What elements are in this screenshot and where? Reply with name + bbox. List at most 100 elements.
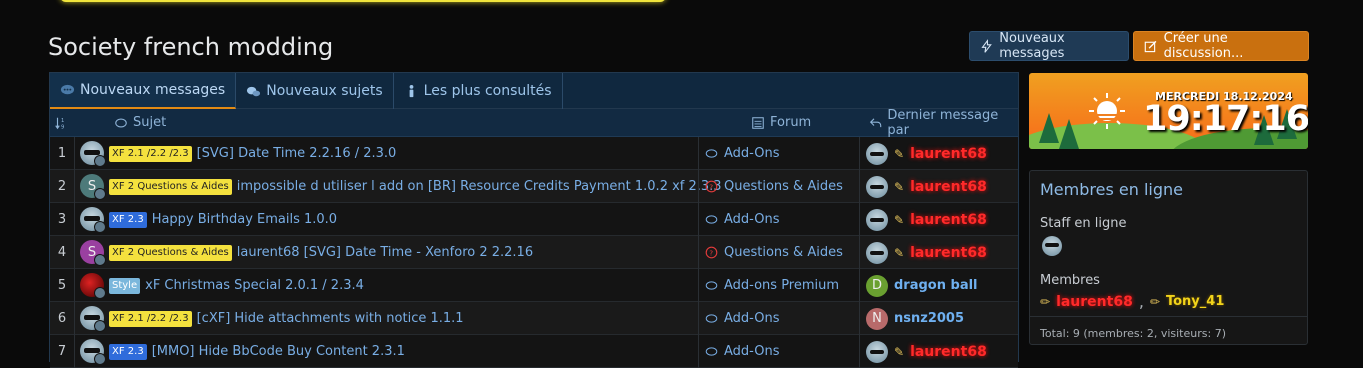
last-poster-mini-avatar [94, 287, 106, 299]
last-post-user[interactable]: ✎ laurent68 [859, 137, 1019, 170]
tab-new-topics[interactable]: Nouveaux sujets [236, 73, 394, 109]
page-title: Society french modding [48, 33, 334, 61]
question-icon: ? [705, 246, 718, 259]
last-poster-avatar[interactable]: N [866, 307, 888, 330]
forum-label: Add-Ons [724, 212, 780, 227]
bolt-icon [981, 38, 992, 53]
thread-prefix-badge[interactable]: XF 2 Questions & Aides [109, 244, 232, 261]
last-post-user[interactable]: ✎ laurent68 [859, 203, 1019, 236]
username-link[interactable]: dragon ball [894, 278, 978, 293]
table-row[interactable]: 7 XF 2.3 [MMO] Hide BbCode Buy Content 2.3… [50, 335, 1018, 368]
widget-time: 19:17:16 [1143, 99, 1308, 139]
forum-label: Add-ons Premium [724, 278, 840, 293]
row-number: 7 [50, 335, 75, 368]
username-link[interactable]: laurent68 [910, 146, 987, 162]
members-online-block: Membres en ligne Staff en ligne Membres … [1029, 170, 1308, 345]
table-row[interactable]: 3 XF 2.3 Happy Birthday Emails 1.0.0 Add-On… [50, 203, 1018, 236]
table-row[interactable]: 1 XF 2.1 /2.2 /2.3 [SVG] Date Time 2.2.16 … [50, 137, 1018, 170]
forum-link[interactable]: ? Questions & Aides [698, 170, 859, 203]
forum-link[interactable]: Add-Ons [698, 302, 859, 335]
new-posts-panel: Nouveaux messages Nouveaux sujets Les pl… [49, 72, 1019, 368]
thread-title-link[interactable]: laurent68 [SVG] Date Time - Xenforo 2 2.… [237, 245, 533, 260]
tab-bar: Nouveaux messages Nouveaux sujets Les pl… [50, 73, 1018, 109]
last-post-user[interactable]: ✎ laurent68 [859, 335, 1019, 368]
members-online-title[interactable]: Membres en ligne [1040, 180, 1183, 199]
forum-link[interactable]: Add-ons Premium [698, 269, 859, 302]
username-link[interactable]: laurent68 [910, 245, 987, 261]
column-last-post[interactable]: Dernier message par [869, 108, 1018, 138]
forum-label: Add-Ons [724, 344, 780, 359]
member-link[interactable]: Tony_41 [1166, 294, 1224, 309]
forum-link[interactable]: Add-Ons [698, 335, 859, 368]
list-icon [752, 116, 764, 129]
table-row[interactable]: 2 S XF 2 Questions & Aides impossible d uti… [50, 170, 1018, 203]
staff-avatar[interactable] [1042, 236, 1062, 256]
column-last-post-label: Dernier message par [887, 107, 999, 138]
column-subject-label: Sujet [133, 115, 167, 130]
last-poster-mini-avatar [94, 188, 106, 200]
thread-title-link[interactable]: [MMO] Hide BbCode Buy Content 2.3.1 [152, 344, 405, 359]
thread-title-link[interactable]: Happy Birthday Emails 1.0.0 [152, 212, 337, 227]
row-number: 2 [50, 170, 75, 203]
comments-icon [705, 215, 718, 224]
new-messages-button[interactable]: Nouveaux messages [969, 31, 1129, 61]
last-poster-avatar[interactable] [866, 142, 888, 165]
comments-icon [60, 84, 75, 94]
tab-most-viewed[interactable]: Les plus consultés [394, 73, 563, 109]
thread-prefix-badge[interactable]: XF 2.3 [109, 343, 147, 360]
thread-subject: XF 2 Questions & Aides impossible d utili… [109, 170, 722, 203]
column-subject[interactable]: Sujet [114, 115, 166, 130]
thread-title-link[interactable]: [cXF] Hide attachments with notice 1.1.1 [197, 311, 464, 326]
last-post-user[interactable]: Ddragon ball [859, 269, 1019, 302]
last-poster-avatar[interactable] [866, 208, 888, 231]
last-post-user[interactable]: ✎ laurent68 [859, 170, 1019, 203]
thread-prefix-badge[interactable]: Style [109, 277, 141, 294]
thread-title-link[interactable]: impossible d utiliser l add on [BR] Reso… [237, 179, 722, 194]
members-label: Membres [1040, 273, 1100, 288]
last-poster-avatar[interactable] [866, 175, 888, 198]
username-link[interactable]: laurent68 [910, 344, 987, 360]
member-link[interactable]: laurent68 [1056, 294, 1133, 310]
last-poster-avatar[interactable]: D [866, 274, 888, 297]
table-row[interactable]: 6 XF 2.1 /2.2 /2.3 [cXF] Hide attachments … [50, 302, 1018, 335]
table-header: 19 Sujet Forum Dernier message par [50, 108, 1018, 138]
thread-prefix-badge[interactable]: XF 2.3 [109, 211, 147, 228]
thread-prefix-badge[interactable]: XF 2.1 /2.2 /2.3 [109, 145, 192, 162]
row-number: 4 [50, 236, 75, 269]
create-discussion-label: Créer une discussion... [1163, 31, 1244, 61]
last-poster-avatar[interactable] [866, 340, 888, 363]
tab-new-messages[interactable]: Nouveaux messages [50, 73, 237, 109]
forum-link[interactable]: ? Questions & Aides [698, 236, 859, 269]
table-row[interactable]: 4 S XF 2 Questions & Aides laurent68 [SVG] … [50, 236, 1018, 269]
thread-title-link[interactable]: xF Christmas Special 2.0.1 / 2.3.4 [145, 278, 364, 293]
username-link[interactable]: nsnz2005 [894, 311, 964, 326]
sort-order-icon[interactable]: 19 [54, 116, 68, 130]
wand-icon: ✎ [894, 245, 905, 260]
thread-prefix-badge[interactable]: XF 2.1 /2.2 /2.3 [109, 310, 192, 327]
last-post-user[interactable]: Nnsnz2005 [859, 302, 1019, 335]
column-forum[interactable]: Forum [751, 115, 811, 130]
row-number: 6 [50, 302, 75, 335]
wand-icon: ✎ [894, 179, 905, 194]
members-list: ✏ laurent68 , ✏ Tony_41 [1040, 292, 1225, 311]
wand-icon: ✎ [894, 146, 905, 161]
forum-label: Questions & Aides [724, 179, 843, 194]
thread-title-link[interactable]: [SVG] Date Time 2.2.16 / 2.3.0 [197, 146, 397, 161]
username-link[interactable]: laurent68 [910, 179, 987, 195]
last-poster-avatar[interactable] [866, 241, 888, 264]
reply-icon [869, 117, 882, 127]
thread-prefix-badge[interactable]: XF 2 Questions & Aides [109, 178, 232, 195]
table-row[interactable]: 5 Style xF Christmas Special 2.0.1 / 2.3.4… [50, 269, 1018, 302]
wand-icon: ✏ [1040, 294, 1051, 309]
last-post-user[interactable]: ✎ laurent68 [859, 236, 1019, 269]
thread-subject: XF 2.3 Happy Birthday Emails 1.0.0 [109, 203, 337, 236]
thread-list: 1 XF 2.1 /2.2 /2.3 [SVG] Date Time 2.2.16 … [50, 137, 1018, 368]
username-link[interactable]: laurent68 [910, 212, 987, 228]
thread-subject: Style xF Christmas Special 2.0.1 / 2.3.4 [109, 269, 364, 302]
create-discussion-button[interactable]: Créer une discussion... [1133, 31, 1309, 61]
staff-online-label: Staff en ligne [1040, 216, 1127, 231]
tab-label: Les plus consultés [423, 83, 552, 99]
thread-subject: XF 2.1 /2.2 /2.3 [SVG] Date Time 2.2.16 /… [109, 137, 396, 170]
forum-link[interactable]: Add-Ons [698, 137, 859, 170]
forum-link[interactable]: Add-Ons [698, 203, 859, 236]
